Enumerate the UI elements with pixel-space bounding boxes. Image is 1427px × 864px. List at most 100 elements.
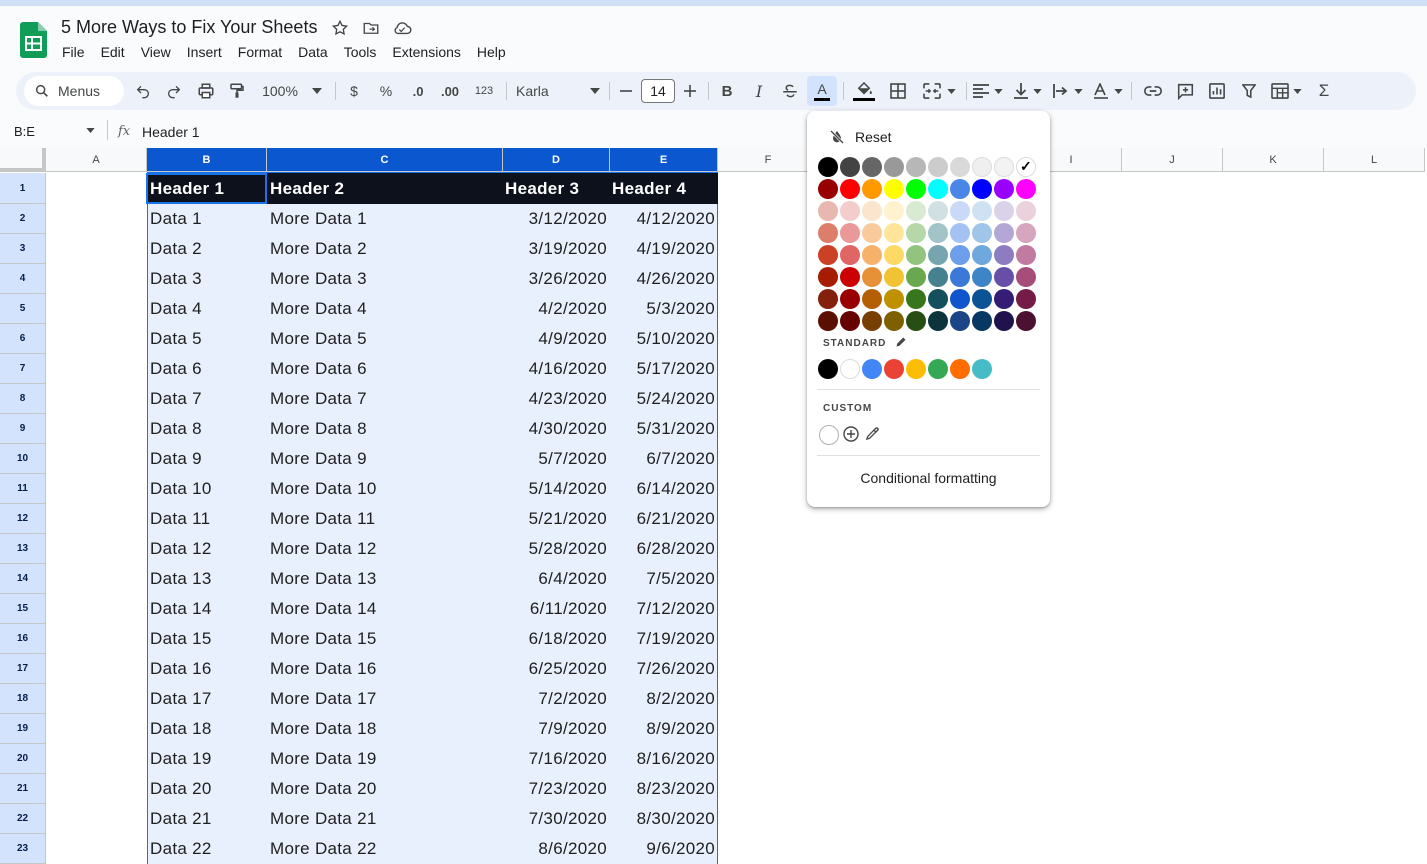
standard-color-swatch[interactable]	[884, 359, 904, 379]
row-header[interactable]: 7	[0, 354, 46, 384]
data-cell[interactable]: More Data 21	[270, 804, 500, 834]
color-swatch[interactable]	[1016, 245, 1036, 265]
data-cell[interactable]: More Data 16	[270, 654, 500, 684]
color-swatch[interactable]	[840, 179, 860, 199]
color-swatch[interactable]	[818, 201, 838, 221]
color-swatch[interactable]	[906, 245, 926, 265]
select-all-corner[interactable]	[0, 148, 46, 172]
data-cell[interactable]: 4/30/2020	[505, 414, 607, 444]
column-header-c[interactable]: C	[267, 148, 503, 172]
color-swatch[interactable]	[1016, 201, 1036, 221]
color-swatch[interactable]	[884, 289, 904, 309]
standard-color-swatch[interactable]	[906, 359, 926, 379]
custom-color-swatch[interactable]	[819, 425, 839, 445]
data-cell[interactable]: 6/28/2020	[612, 534, 715, 564]
row-header[interactable]: 4	[0, 264, 46, 294]
data-cell[interactable]: Data 5	[150, 324, 264, 354]
column-header-f[interactable]: F	[718, 148, 819, 172]
data-cell[interactable]: 4/2/2020	[505, 294, 607, 324]
color-swatch[interactable]	[928, 311, 948, 331]
color-swatch[interactable]	[862, 245, 882, 265]
color-swatch[interactable]	[950, 311, 970, 331]
row-header[interactable]: 14	[0, 564, 46, 594]
formula-input[interactable]: Header 1	[142, 124, 200, 140]
data-cell[interactable]: More Data 6	[270, 354, 500, 384]
data-cell[interactable]: 4/9/2020	[505, 324, 607, 354]
data-cell[interactable]: Data 18	[150, 714, 264, 744]
color-swatch[interactable]	[928, 289, 948, 309]
data-cell[interactable]: More Data 4	[270, 294, 500, 324]
data-cell[interactable]: 8/30/2020	[612, 804, 715, 834]
color-swatch[interactable]	[884, 245, 904, 265]
color-swatch[interactable]	[972, 223, 992, 243]
data-cell[interactable]: 3/19/2020	[505, 234, 607, 264]
data-cell[interactable]: 6/18/2020	[505, 624, 607, 654]
color-swatch[interactable]	[994, 311, 1014, 331]
standard-color-swatch[interactable]	[972, 359, 992, 379]
increase-decimal-button[interactable]: .00	[436, 72, 464, 110]
color-swatch[interactable]	[950, 179, 970, 199]
color-swatch[interactable]	[884, 311, 904, 331]
color-swatch[interactable]	[994, 179, 1014, 199]
more-formats-button[interactable]: 123	[472, 72, 496, 110]
data-cell[interactable]: Data 11	[150, 504, 264, 534]
data-cell[interactable]: Data 13	[150, 564, 264, 594]
color-swatch[interactable]	[840, 157, 860, 177]
color-swatch[interactable]	[818, 245, 838, 265]
name-box[interactable]: B:E	[14, 124, 35, 139]
color-swatch[interactable]	[818, 223, 838, 243]
data-cell[interactable]: 4/16/2020	[505, 354, 607, 384]
print-icon[interactable]	[195, 72, 217, 110]
menu-insert[interactable]: Insert	[179, 44, 230, 60]
color-swatch[interactable]	[818, 267, 838, 287]
column-header-j[interactable]: J	[1122, 148, 1223, 172]
data-cell[interactable]: Data 15	[150, 624, 264, 654]
strikethrough-icon[interactable]	[779, 72, 801, 110]
data-cell[interactable]: Data 16	[150, 654, 264, 684]
row-header[interactable]: 22	[0, 804, 46, 834]
undo-icon[interactable]	[132, 72, 154, 110]
data-cell[interactable]: Data 20	[150, 774, 264, 804]
menus-search[interactable]: Menus	[24, 76, 124, 106]
data-cell[interactable]: 7/26/2020	[612, 654, 715, 684]
bold-button[interactable]: B	[716, 72, 738, 110]
row-header[interactable]: 3	[0, 234, 46, 264]
data-cell[interactable]: Data 14	[150, 594, 264, 624]
column-header-b[interactable]: B	[147, 148, 267, 172]
row-header[interactable]: 11	[0, 474, 46, 504]
menu-file[interactable]: File	[54, 44, 93, 60]
functions-icon[interactable]: Σ	[1313, 72, 1335, 110]
color-swatch[interactable]	[862, 311, 882, 331]
data-cell[interactable]: Data 1	[150, 204, 264, 234]
currency-format-button[interactable]: $	[344, 72, 364, 110]
paint-format-icon[interactable]	[226, 72, 248, 110]
color-swatch[interactable]	[906, 223, 926, 243]
menu-edit[interactable]: Edit	[93, 44, 133, 60]
data-cell[interactable]: More Data 9	[270, 444, 500, 474]
row-header[interactable]: 6	[0, 324, 46, 354]
data-cell[interactable]: More Data 5	[270, 324, 500, 354]
menu-format[interactable]: Format	[230, 44, 290, 60]
data-cell[interactable]: 7/9/2020	[505, 714, 607, 744]
color-swatch[interactable]	[840, 311, 860, 331]
data-cell[interactable]: Data 8	[150, 414, 264, 444]
column-header-d[interactable]: D	[503, 148, 610, 172]
menu-extensions[interactable]: Extensions	[384, 44, 468, 60]
color-swatch[interactable]	[840, 201, 860, 221]
data-cell[interactable]: More Data 8	[270, 414, 500, 444]
data-cell[interactable]: 6/4/2020	[505, 564, 607, 594]
color-swatch[interactable]	[994, 157, 1014, 177]
data-cell[interactable]: Data 4	[150, 294, 264, 324]
data-cell[interactable]: 9/6/2020	[612, 834, 715, 864]
edit-pencil-icon[interactable]	[895, 336, 907, 348]
data-cell[interactable]: More Data 3	[270, 264, 500, 294]
color-swatch[interactable]	[862, 267, 882, 287]
data-cell[interactable]: 5/21/2020	[505, 504, 607, 534]
header-cell[interactable]: Header 2	[270, 173, 500, 204]
data-cell[interactable]: More Data 2	[270, 234, 500, 264]
data-cell[interactable]: 6/21/2020	[612, 504, 715, 534]
row-header[interactable]: 1	[0, 173, 46, 204]
color-swatch[interactable]	[972, 311, 992, 331]
data-cell[interactable]: 5/24/2020	[612, 384, 715, 414]
color-swatch[interactable]	[994, 201, 1014, 221]
